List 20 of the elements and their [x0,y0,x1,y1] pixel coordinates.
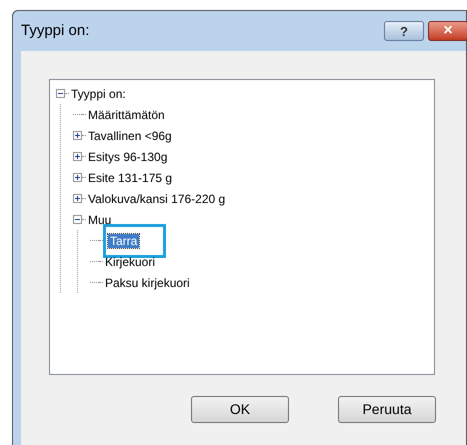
collapse-icon[interactable] [56,89,65,98]
tree-item[interactable]: Esite 131-175 g [86,170,174,184]
expand-icon[interactable] [73,173,82,182]
expand-icon[interactable] [73,131,82,140]
tree-item[interactable]: Paksu kirjekuori [103,276,192,290]
cancel-button[interactable]: Peruuta [338,396,436,423]
tree-item[interactable]: Tarra [108,234,140,248]
tree-item[interactable]: Muu [86,212,114,226]
window-title: Tyyppi on: [21,20,90,41]
ok-button[interactable]: OK [191,396,289,423]
tree-item[interactable]: Valokuva/kansi 176-220 g [86,192,228,206]
tree-item[interactable]: Tyyppi on: [69,86,128,100]
expand-icon[interactable] [73,152,82,161]
collapse-icon[interactable] [73,215,82,224]
tree-item[interactable]: Tavallinen <96g [86,128,174,142]
tree-item[interactable]: Esitys 96-130g [86,150,170,164]
help-button[interactable]: ? [384,21,424,41]
expand-icon[interactable] [73,194,82,203]
tree-item[interactable]: Määrittämätön [86,108,167,122]
tree-item[interactable]: Kirjekuori [103,254,158,268]
